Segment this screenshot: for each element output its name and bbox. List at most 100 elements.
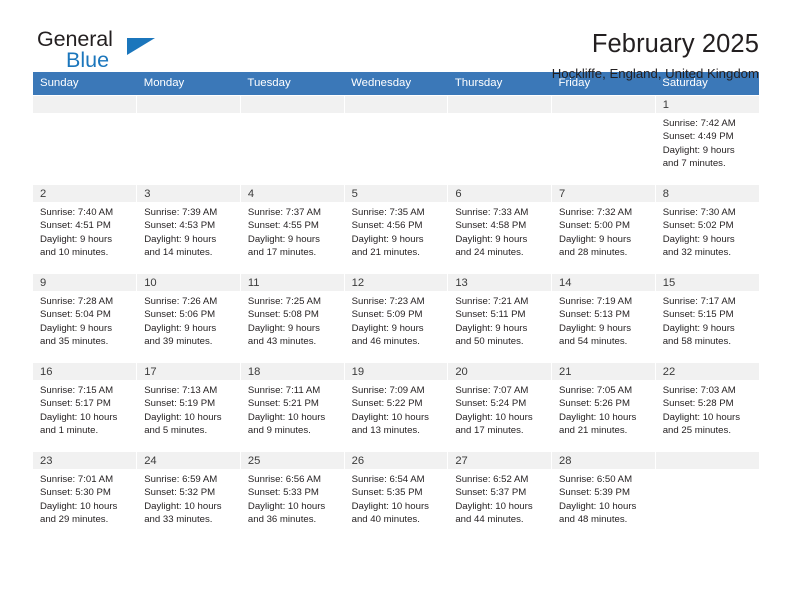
sunrise-text: Sunrise: 7:32 AM xyxy=(559,207,633,218)
day-details: Sunrise: 7:25 AM Sunset: 5:08 PM Daylight:… xyxy=(241,291,344,348)
calendar-day-cell[interactable]: 2 Sunrise: 7:40 AM Sunset: 4:51 PM Daylight… xyxy=(33,184,138,274)
calendar-day-cell[interactable]: 24 Sunrise: 6:59 AM Sunset: 5:32 PM Dayligh… xyxy=(136,451,241,541)
day-number: 14 xyxy=(552,274,655,291)
day-number: 5 xyxy=(344,185,448,202)
calendar-day-cell[interactable]: 6 Sunrise: 7:33 AM Sunset: 4:58 PM Daylight… xyxy=(447,184,553,274)
sunrise-text: Sunrise: 7:28 AM xyxy=(40,296,114,307)
day-details: Sunrise: 7:01 AM Sunset: 5:30 PM Daylight:… xyxy=(33,469,136,526)
sunset-text: Sunset: 5:33 PM xyxy=(247,487,319,499)
calendar-day-cell[interactable]: 3 Sunrise: 7:39 AM Sunset: 4:53 PM Daylight… xyxy=(136,184,241,274)
daylight-text: Daylight: 9 hours and 28 minutes. xyxy=(559,233,632,258)
sunrise-text: Sunrise: 7:13 AM xyxy=(144,385,218,396)
calendar-page: General Blue February 2025 Hockliffe, En… xyxy=(0,0,792,612)
calendar-day-cell[interactable]: 12 Sunrise: 7:23 AM Sunset: 5:09 PM Dayligh… xyxy=(344,273,449,363)
calendar-table: Sunday Monday Tuesday Wednesday Thursday… xyxy=(33,72,759,541)
sunset-text: Sunset: 4:55 PM xyxy=(247,220,319,232)
logo[interactable]: General Blue xyxy=(33,28,173,80)
sunrise-text: Sunrise: 7:26 AM xyxy=(144,296,218,307)
page-header: General Blue February 2025 Hockliffe, En… xyxy=(33,0,759,81)
calendar-week-row: 23 Sunrise: 7:01 AM Sunset: 5:30 PM Dayligh… xyxy=(33,451,759,541)
sunset-text: Sunset: 5:04 PM xyxy=(40,309,111,321)
sunset-text: Sunset: 5:30 PM xyxy=(40,487,111,499)
daylight-text: Daylight: 10 hours and 48 minutes. xyxy=(559,500,637,525)
calendar-day-cell-empty xyxy=(344,95,449,185)
calendar-day-cell-empty xyxy=(33,95,138,185)
daylight-text: Daylight: 10 hours and 25 minutes. xyxy=(662,411,741,436)
day-number: 7 xyxy=(552,185,655,202)
calendar-day-cell[interactable]: 17 Sunrise: 7:13 AM Sunset: 5:19 PM Dayligh… xyxy=(136,362,241,452)
calendar-day-cell[interactable]: 4 Sunrise: 7:37 AM Sunset: 4:55 PM Daylight… xyxy=(240,184,345,274)
calendar-day-cell-empty xyxy=(447,95,553,185)
sunset-text: Sunset: 5:11 PM xyxy=(455,309,526,321)
day-details: Sunrise: 7:07 AM Sunset: 5:24 PM Daylight:… xyxy=(448,380,551,437)
calendar-day-cell[interactable]: 25 Sunrise: 6:56 AM Sunset: 5:33 PM Dayligh… xyxy=(240,451,345,541)
daylight-text: Daylight: 9 hours and 43 minutes. xyxy=(247,322,320,347)
sunset-text: Sunset: 5:09 PM xyxy=(351,309,423,321)
daylight-text: Daylight: 10 hours and 40 minutes. xyxy=(351,500,429,525)
sunset-text: Sunset: 4:56 PM xyxy=(351,220,423,232)
day-details: Sunrise: 6:54 AM Sunset: 5:35 PM Daylight:… xyxy=(345,469,448,526)
day-details: Sunrise: 7:26 AM Sunset: 5:06 PM Daylight:… xyxy=(137,291,240,348)
daylight-text: Daylight: 10 hours and 33 minutes. xyxy=(144,500,222,525)
daylight-text: Daylight: 9 hours and 17 minutes. xyxy=(247,233,320,258)
day-number: 8 xyxy=(655,185,759,202)
calendar-day-cell[interactable]: 9 Sunrise: 7:28 AM Sunset: 5:04 PM Daylight… xyxy=(33,273,138,363)
daylight-text: Daylight: 10 hours and 1 minute. xyxy=(40,411,118,436)
day-details: Sunrise: 7:09 AM Sunset: 5:22 PM Daylight:… xyxy=(345,380,448,437)
sunset-text: Sunset: 5:32 PM xyxy=(144,487,216,499)
day-number: 4 xyxy=(240,185,344,202)
calendar-day-cell[interactable]: 10 Sunrise: 7:26 AM Sunset: 5:06 PM Dayligh… xyxy=(136,273,241,363)
calendar-day-cell[interactable]: 5 Sunrise: 7:35 AM Sunset: 4:56 PM Daylight… xyxy=(344,184,449,274)
calendar-day-cell[interactable]: 16 Sunrise: 7:15 AM Sunset: 5:17 PM Dayligh… xyxy=(33,362,138,452)
day-details: Sunrise: 7:13 AM Sunset: 5:19 PM Daylight:… xyxy=(137,380,240,437)
calendar-day-cell[interactable]: 22 Sunrise: 7:03 AM Sunset: 5:28 PM Dayligh… xyxy=(655,362,759,452)
calendar-day-cell[interactable]: 21 Sunrise: 7:05 AM Sunset: 5:26 PM Dayligh… xyxy=(551,362,656,452)
weekday-header-thursday: Thursday xyxy=(447,72,552,96)
calendar-day-cell[interactable]: 7 Sunrise: 7:32 AM Sunset: 5:00 PM Daylight… xyxy=(551,184,656,274)
day-number: 6 xyxy=(448,185,552,202)
day-number xyxy=(552,96,655,113)
calendar-day-cell[interactable]: 14 Sunrise: 7:19 AM Sunset: 5:13 PM Dayligh… xyxy=(551,273,656,363)
calendar-day-cell[interactable]: 18 Sunrise: 7:11 AM Sunset: 5:21 PM Dayligh… xyxy=(240,362,345,452)
sunset-text: Sunset: 5:37 PM xyxy=(455,487,527,499)
calendar-day-cell-empty xyxy=(655,451,759,541)
calendar-day-cell[interactable]: 20 Sunrise: 7:07 AM Sunset: 5:24 PM Dayligh… xyxy=(447,362,553,452)
calendar-day-cell[interactable]: 15 Sunrise: 7:17 AM Sunset: 5:15 PM Dayligh… xyxy=(655,273,759,363)
day-number: 25 xyxy=(240,452,344,469)
calendar-day-cell[interactable]: 19 Sunrise: 7:09 AM Sunset: 5:22 PM Dayligh… xyxy=(344,362,449,452)
daylight-text: Daylight: 9 hours and 58 minutes. xyxy=(662,322,735,347)
calendar-day-cell[interactable]: 13 Sunrise: 7:21 AM Sunset: 5:11 PM Dayligh… xyxy=(447,273,553,363)
sunrise-text: Sunrise: 6:59 AM xyxy=(144,474,218,485)
calendar-week-row: 16 Sunrise: 7:15 AM Sunset: 5:17 PM Dayligh… xyxy=(33,362,759,452)
day-details: Sunrise: 7:17 AM Sunset: 5:15 PM Daylight:… xyxy=(656,291,759,348)
sunrise-text: Sunrise: 7:37 AM xyxy=(247,207,321,218)
day-details: Sunrise: 7:28 AM Sunset: 5:04 PM Daylight:… xyxy=(33,291,136,348)
sunset-text: Sunset: 5:17 PM xyxy=(40,398,111,410)
sunset-text: Sunset: 5:00 PM xyxy=(559,220,630,232)
day-details: Sunrise: 7:42 AM Sunset: 4:49 PM Daylight:… xyxy=(656,113,759,170)
day-number: 2 xyxy=(33,185,137,202)
day-details: Sunrise: 7:37 AM Sunset: 4:55 PM Daylight:… xyxy=(241,202,344,259)
day-number: 23 xyxy=(33,452,137,469)
calendar-day-cell[interactable]: 28 Sunrise: 6:50 AM Sunset: 5:39 PM Dayligh… xyxy=(551,451,656,541)
sunset-text: Sunset: 5:15 PM xyxy=(662,309,734,321)
calendar-day-cell[interactable]: 26 Sunrise: 6:54 AM Sunset: 5:35 PM Dayligh… xyxy=(344,451,449,541)
day-number xyxy=(448,96,552,113)
day-number xyxy=(240,96,344,113)
sunrise-text: Sunrise: 7:11 AM xyxy=(247,385,321,396)
sunset-text: Sunset: 5:22 PM xyxy=(351,398,423,410)
calendar-day-cell[interactable]: 23 Sunrise: 7:01 AM Sunset: 5:30 PM Dayligh… xyxy=(33,451,138,541)
day-details: Sunrise: 6:59 AM Sunset: 5:32 PM Daylight:… xyxy=(137,469,240,526)
daylight-text: Daylight: 9 hours and 14 minutes. xyxy=(144,233,217,258)
calendar-day-cell[interactable]: 1 Sunrise: 7:42 AM Sunset: 4:49 PM Daylight… xyxy=(655,95,759,185)
calendar-day-cell[interactable]: 8 Sunrise: 7:30 AM Sunset: 5:02 PM Daylight… xyxy=(655,184,759,274)
sunset-text: Sunset: 5:26 PM xyxy=(559,398,630,410)
day-details: Sunrise: 7:05 AM Sunset: 5:26 PM Daylight:… xyxy=(552,380,655,437)
sunset-text: Sunset: 5:13 PM xyxy=(559,309,630,321)
calendar-day-cell-empty xyxy=(240,95,345,185)
calendar-day-cell[interactable]: 27 Sunrise: 6:52 AM Sunset: 5:37 PM Dayligh… xyxy=(447,451,553,541)
sunrise-text: Sunrise: 6:52 AM xyxy=(455,474,529,485)
day-number: 22 xyxy=(655,363,759,380)
calendar-day-cell[interactable]: 11 Sunrise: 7:25 AM Sunset: 5:08 PM Dayligh… xyxy=(240,273,345,363)
day-details: Sunrise: 6:56 AM Sunset: 5:33 PM Daylight:… xyxy=(241,469,344,526)
